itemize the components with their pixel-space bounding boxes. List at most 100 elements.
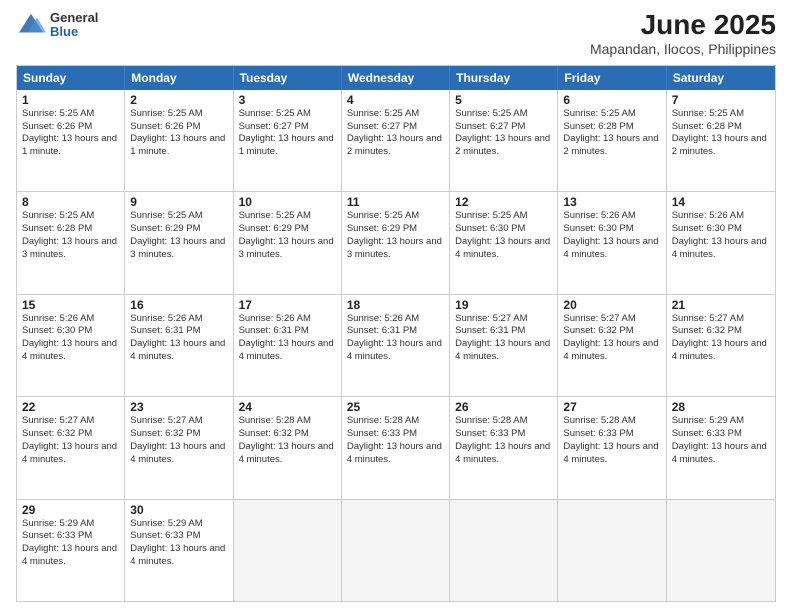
calendar-cell: 3 Sunrise: 5:25 AMSunset: 6:27 PMDayligh… [234, 90, 342, 191]
day-number: 27 [563, 400, 660, 414]
day-info: Sunrise: 5:26 AMSunset: 6:31 PMDaylight:… [239, 313, 336, 364]
calendar-cell: 13 Sunrise: 5:26 AMSunset: 6:30 PMDaylig… [558, 192, 666, 293]
day-number: 19 [455, 298, 552, 312]
day-info: Sunrise: 5:25 AMSunset: 6:29 PMDaylight:… [239, 210, 336, 261]
logo: General Blue [16, 10, 98, 40]
calendar-week: 29 Sunrise: 5:29 AMSunset: 6:33 PMDaylig… [17, 499, 775, 601]
day-number: 20 [563, 298, 660, 312]
calendar-cell: 22 Sunrise: 5:27 AMSunset: 6:32 PMDaylig… [17, 397, 125, 498]
calendar-cell: 30 Sunrise: 5:29 AMSunset: 6:33 PMDaylig… [125, 500, 233, 601]
day-info: Sunrise: 5:25 AMSunset: 6:26 PMDaylight:… [130, 108, 227, 159]
day-info: Sunrise: 5:25 AMSunset: 6:27 PMDaylight:… [455, 108, 552, 159]
day-number: 13 [563, 195, 660, 209]
day-number: 16 [130, 298, 227, 312]
calendar-week: 22 Sunrise: 5:27 AMSunset: 6:32 PMDaylig… [17, 396, 775, 498]
day-info: Sunrise: 5:27 AMSunset: 6:32 PMDaylight:… [22, 415, 119, 466]
calendar-cell: 18 Sunrise: 5:26 AMSunset: 6:31 PMDaylig… [342, 295, 450, 396]
day-info: Sunrise: 5:28 AMSunset: 6:33 PMDaylight:… [347, 415, 444, 466]
calendar-cell [234, 500, 342, 601]
logo-blue: Blue [50, 25, 98, 39]
logo-general: General [50, 11, 98, 25]
weekday-header: Sunday [17, 66, 125, 90]
calendar-cell: 10 Sunrise: 5:25 AMSunset: 6:29 PMDaylig… [234, 192, 342, 293]
day-number: 5 [455, 93, 552, 107]
logo-icon [16, 10, 46, 40]
day-number: 23 [130, 400, 227, 414]
calendar-cell: 16 Sunrise: 5:26 AMSunset: 6:31 PMDaylig… [125, 295, 233, 396]
day-info: Sunrise: 5:26 AMSunset: 6:30 PMDaylight:… [672, 210, 770, 261]
calendar-cell: 20 Sunrise: 5:27 AMSunset: 6:32 PMDaylig… [558, 295, 666, 396]
page-subtitle: Mapandan, Ilocos, Philippines [590, 41, 776, 57]
day-info: Sunrise: 5:25 AMSunset: 6:27 PMDaylight:… [239, 108, 336, 159]
day-info: Sunrise: 5:26 AMSunset: 6:31 PMDaylight:… [347, 313, 444, 364]
calendar-cell: 4 Sunrise: 5:25 AMSunset: 6:27 PMDayligh… [342, 90, 450, 191]
calendar-cell [450, 500, 558, 601]
header: General Blue June 2025 Mapandan, Ilocos,… [16, 10, 776, 57]
day-number: 21 [672, 298, 770, 312]
day-number: 28 [672, 400, 770, 414]
day-number: 26 [455, 400, 552, 414]
day-info: Sunrise: 5:29 AMSunset: 6:33 PMDaylight:… [130, 518, 227, 569]
weekday-header: Monday [125, 66, 233, 90]
day-number: 8 [22, 195, 119, 209]
weekday-header: Wednesday [342, 66, 450, 90]
day-number: 7 [672, 93, 770, 107]
day-number: 4 [347, 93, 444, 107]
calendar-cell [342, 500, 450, 601]
calendar-cell: 7 Sunrise: 5:25 AMSunset: 6:28 PMDayligh… [667, 90, 775, 191]
day-info: Sunrise: 5:26 AMSunset: 6:30 PMDaylight:… [22, 313, 119, 364]
day-info: Sunrise: 5:25 AMSunset: 6:29 PMDaylight:… [347, 210, 444, 261]
calendar-cell: 23 Sunrise: 5:27 AMSunset: 6:32 PMDaylig… [125, 397, 233, 498]
day-info: Sunrise: 5:27 AMSunset: 6:32 PMDaylight:… [672, 313, 770, 364]
day-number: 22 [22, 400, 119, 414]
day-info: Sunrise: 5:25 AMSunset: 6:28 PMDaylight:… [672, 108, 770, 159]
day-info: Sunrise: 5:25 AMSunset: 6:28 PMDaylight:… [563, 108, 660, 159]
weekday-header: Friday [558, 66, 666, 90]
day-number: 18 [347, 298, 444, 312]
day-number: 14 [672, 195, 770, 209]
weekday-header: Thursday [450, 66, 558, 90]
calendar-cell: 9 Sunrise: 5:25 AMSunset: 6:29 PMDayligh… [125, 192, 233, 293]
day-number: 10 [239, 195, 336, 209]
calendar-cell: 29 Sunrise: 5:29 AMSunset: 6:33 PMDaylig… [17, 500, 125, 601]
day-number: 2 [130, 93, 227, 107]
calendar-body: 1 Sunrise: 5:25 AMSunset: 6:26 PMDayligh… [17, 90, 775, 601]
calendar-header: SundayMondayTuesdayWednesdayThursdayFrid… [17, 66, 775, 90]
day-info: Sunrise: 5:28 AMSunset: 6:33 PMDaylight:… [455, 415, 552, 466]
day-info: Sunrise: 5:25 AMSunset: 6:28 PMDaylight:… [22, 210, 119, 261]
calendar-cell: 24 Sunrise: 5:28 AMSunset: 6:32 PMDaylig… [234, 397, 342, 498]
calendar-cell: 12 Sunrise: 5:25 AMSunset: 6:30 PMDaylig… [450, 192, 558, 293]
calendar-cell: 17 Sunrise: 5:26 AMSunset: 6:31 PMDaylig… [234, 295, 342, 396]
calendar-cell: 15 Sunrise: 5:26 AMSunset: 6:30 PMDaylig… [17, 295, 125, 396]
logo-text: General Blue [50, 11, 98, 40]
calendar-week: 8 Sunrise: 5:25 AMSunset: 6:28 PMDayligh… [17, 191, 775, 293]
page: General Blue June 2025 Mapandan, Ilocos,… [0, 0, 792, 612]
day-info: Sunrise: 5:27 AMSunset: 6:32 PMDaylight:… [130, 415, 227, 466]
calendar-cell: 6 Sunrise: 5:25 AMSunset: 6:28 PMDayligh… [558, 90, 666, 191]
day-info: Sunrise: 5:28 AMSunset: 6:32 PMDaylight:… [239, 415, 336, 466]
day-number: 6 [563, 93, 660, 107]
day-info: Sunrise: 5:26 AMSunset: 6:31 PMDaylight:… [130, 313, 227, 364]
calendar-cell: 8 Sunrise: 5:25 AMSunset: 6:28 PMDayligh… [17, 192, 125, 293]
day-number: 3 [239, 93, 336, 107]
page-title: June 2025 [590, 10, 776, 41]
day-info: Sunrise: 5:25 AMSunset: 6:29 PMDaylight:… [130, 210, 227, 261]
calendar: SundayMondayTuesdayWednesdayThursdayFrid… [16, 65, 776, 602]
calendar-week: 1 Sunrise: 5:25 AMSunset: 6:26 PMDayligh… [17, 90, 775, 191]
day-number: 17 [239, 298, 336, 312]
calendar-cell: 26 Sunrise: 5:28 AMSunset: 6:33 PMDaylig… [450, 397, 558, 498]
day-info: Sunrise: 5:29 AMSunset: 6:33 PMDaylight:… [22, 518, 119, 569]
day-number: 25 [347, 400, 444, 414]
calendar-cell: 19 Sunrise: 5:27 AMSunset: 6:31 PMDaylig… [450, 295, 558, 396]
calendar-cell: 1 Sunrise: 5:25 AMSunset: 6:26 PMDayligh… [17, 90, 125, 191]
weekday-header: Saturday [667, 66, 775, 90]
day-info: Sunrise: 5:27 AMSunset: 6:31 PMDaylight:… [455, 313, 552, 364]
day-number: 29 [22, 503, 119, 517]
day-number: 9 [130, 195, 227, 209]
calendar-cell: 14 Sunrise: 5:26 AMSunset: 6:30 PMDaylig… [667, 192, 775, 293]
calendar-cell: 27 Sunrise: 5:28 AMSunset: 6:33 PMDaylig… [558, 397, 666, 498]
day-number: 15 [22, 298, 119, 312]
calendar-cell [667, 500, 775, 601]
title-block: June 2025 Mapandan, Ilocos, Philippines [590, 10, 776, 57]
day-info: Sunrise: 5:26 AMSunset: 6:30 PMDaylight:… [563, 210, 660, 261]
